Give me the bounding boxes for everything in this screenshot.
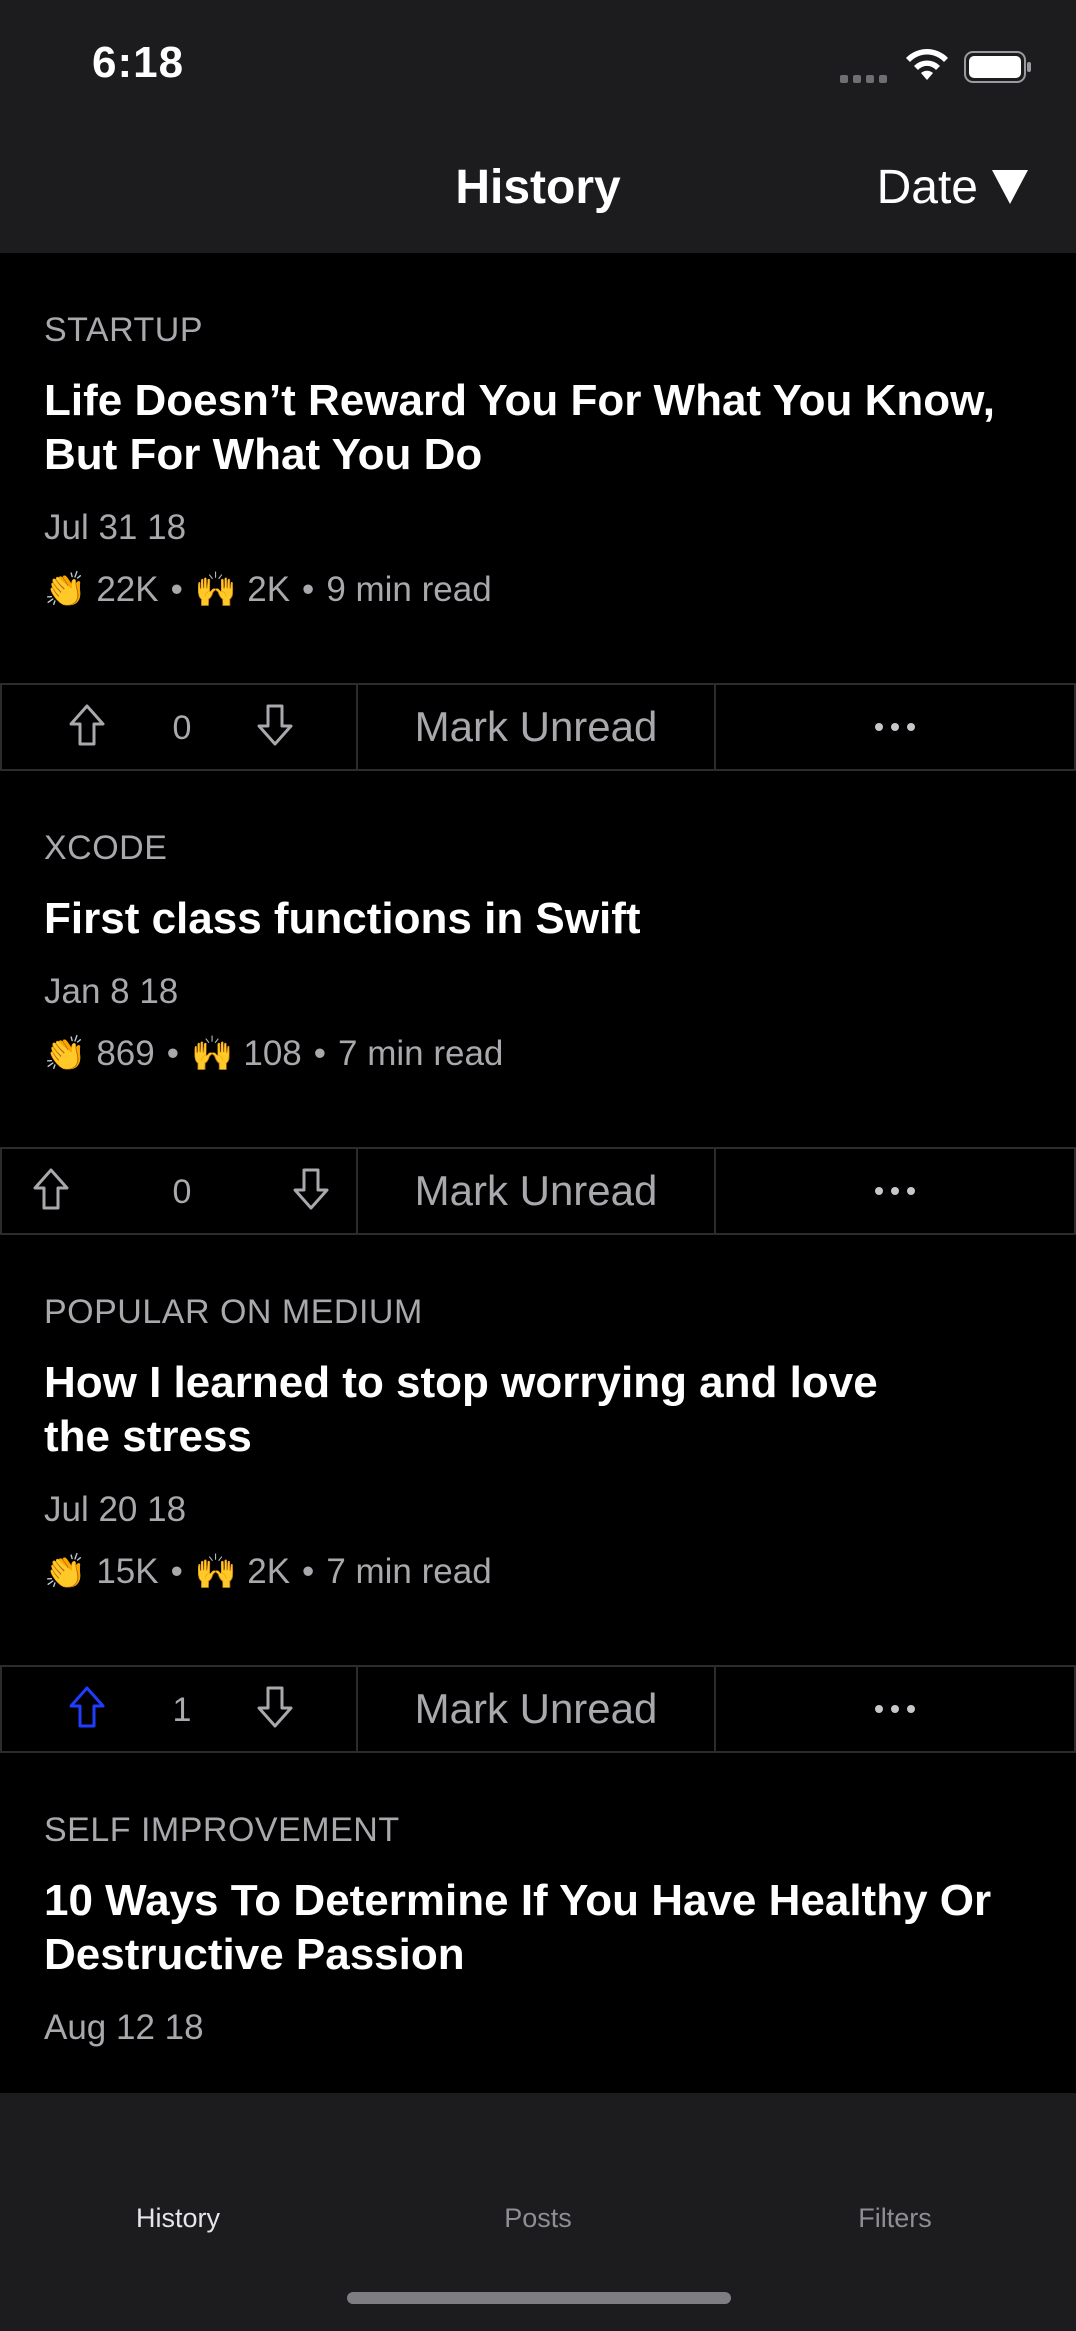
app-root: 6:18 History Date STARTUP Life Doesn’t R…: [0, 0, 1076, 2331]
navigation-bar: History Date: [0, 130, 1076, 253]
post-category: XCODE: [44, 829, 168, 867]
separator-dot: •: [313, 1034, 327, 1073]
tab-history[interactable]: History: [78, 2203, 278, 2234]
status-time: 6:18: [92, 38, 185, 87]
highfive-count: 2K: [247, 570, 291, 609]
post-title[interactable]: Life Doesn’t Reward You For What You Kno…: [44, 374, 1032, 482]
triangle-down-icon: [992, 169, 1028, 204]
separator-dot: •: [166, 1034, 180, 1073]
arrow-up-outline-icon[interactable]: [68, 703, 106, 747]
clapping-hands-icon: 👏: [44, 1552, 87, 1592]
wifi-icon: [906, 49, 948, 80]
post-date: Jul 31 18: [44, 508, 187, 547]
post-title[interactable]: How I learned to stop worrying and love …: [44, 1356, 944, 1464]
arrow-down-outline-icon[interactable]: [256, 1685, 294, 1729]
post-title[interactable]: First class functions in Swift: [44, 892, 1032, 946]
post-card[interactable]: XCODE First class functions in Swift Jan…: [0, 771, 1076, 1235]
read-time: 9 min read: [326, 570, 492, 609]
post-body[interactable]: SELF IMPROVEMENT 10 Ways To Determine If…: [0, 1753, 1076, 2093]
arrow-up-outline-icon[interactable]: [68, 1685, 106, 1729]
more-options-button[interactable]: [716, 685, 1076, 769]
mark-unread-button[interactable]: Mark Unread: [358, 1149, 716, 1233]
sort-by-date-button[interactable]: Date: [877, 160, 1028, 215]
separator-dot: •: [302, 570, 315, 609]
post-stats: 👏 869 • 🙌 108 • 7 min read: [44, 1034, 1032, 1074]
post-date: Aug 12 18: [44, 2008, 204, 2047]
tab-posts[interactable]: Posts: [438, 2203, 638, 2234]
post-stats: 👏 15K • 🙌 2K • 7 min read: [44, 1552, 1032, 1592]
post-body[interactable]: XCODE First class functions in Swift Jan…: [0, 771, 1076, 1147]
post-card[interactable]: STARTUP Life Doesn’t Reward You For What…: [0, 253, 1076, 771]
read-time: 7 min read: [326, 1552, 492, 1591]
highfive-count: 2K: [247, 1552, 291, 1591]
vote-group: 1: [0, 1667, 358, 1751]
clap-count: 869: [96, 1034, 155, 1073]
post-action-bar: 1 Mark Unread: [0, 1665, 1076, 1753]
post-stats: 👏 22K • 🙌 2K • 9 min read: [44, 570, 1032, 610]
post-category: STARTUP: [44, 311, 204, 349]
post-body[interactable]: POPULAR ON MEDIUM How I learned to stop …: [0, 1235, 1076, 1665]
vote-count: 0: [172, 709, 192, 747]
read-time: 7 min read: [338, 1034, 504, 1073]
ellipsis-icon: [871, 1182, 919, 1200]
ellipsis-icon: [871, 718, 919, 736]
post-date: Jul 20 18: [44, 1490, 187, 1529]
clapping-hands-icon: 👏: [44, 570, 87, 610]
sort-label: Date: [876, 161, 978, 214]
status-bar: 6:18: [0, 0, 1076, 130]
clap-count: 15K: [96, 1552, 159, 1591]
vote-group: 0: [0, 685, 358, 769]
post-card[interactable]: POPULAR ON MEDIUM How I learned to stop …: [0, 1235, 1076, 1753]
clapping-hands-icon: 👏: [44, 1034, 87, 1074]
mark-unread-button[interactable]: Mark Unread: [358, 685, 716, 769]
cellular-signal-icon: [840, 70, 892, 83]
post-title[interactable]: 10 Ways To Determine If You Have Healthy…: [44, 1874, 1032, 1982]
highfive-count: 108: [243, 1034, 302, 1073]
raised-hands-icon: 🙌: [194, 570, 238, 610]
clap-count: 22K: [96, 570, 159, 609]
post-category: POPULAR ON MEDIUM: [44, 1293, 423, 1331]
separator-dot: •: [170, 1552, 183, 1591]
tab-filters[interactable]: Filters: [795, 2203, 995, 2234]
separator-dot: •: [302, 1552, 315, 1591]
post-date: Jan 8 18: [44, 972, 179, 1011]
post-card[interactable]: SELF IMPROVEMENT 10 Ways To Determine If…: [0, 1753, 1076, 2093]
ellipsis-icon: [871, 1700, 919, 1718]
arrow-down-outline-icon[interactable]: [256, 703, 294, 747]
raised-hands-icon: 🙌: [194, 1552, 238, 1592]
vote-count: 0: [172, 1173, 192, 1211]
arrow-down-outline-icon[interactable]: [292, 1167, 330, 1211]
more-options-button[interactable]: [716, 1667, 1076, 1751]
home-indicator: [347, 2292, 731, 2304]
post-action-bar: 0 Mark Unread: [0, 1147, 1076, 1235]
separator-dot: •: [170, 570, 183, 609]
battery-icon: [964, 51, 1031, 83]
raised-hands-icon: 🙌: [191, 1034, 234, 1074]
vote-group: 0: [0, 1149, 358, 1233]
post-action-bar: 0 Mark Unread: [0, 683, 1076, 771]
history-feed[interactable]: STARTUP Life Doesn’t Reward You For What…: [0, 253, 1076, 2093]
post-category: SELF IMPROVEMENT: [44, 1811, 400, 1849]
mark-unread-button[interactable]: Mark Unread: [358, 1667, 716, 1751]
post-body[interactable]: STARTUP Life Doesn’t Reward You For What…: [0, 253, 1076, 683]
more-options-button[interactable]: [716, 1149, 1076, 1233]
arrow-up-outline-icon[interactable]: [32, 1167, 70, 1211]
vote-count: 1: [172, 1691, 192, 1729]
